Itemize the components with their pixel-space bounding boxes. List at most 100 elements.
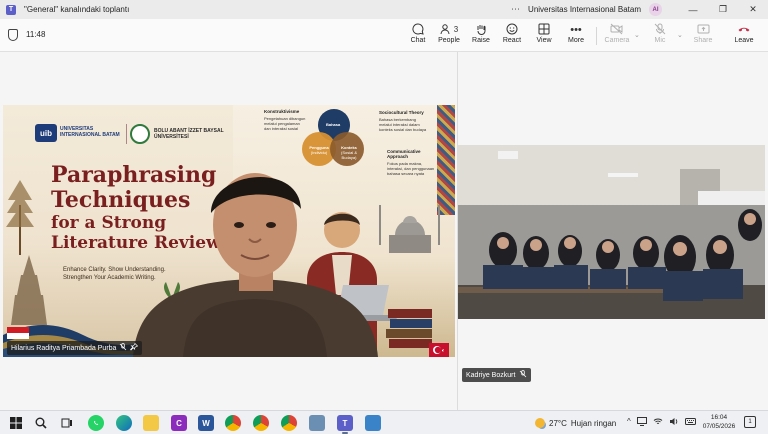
- mic-off-icon: [643, 23, 677, 37]
- close-window-button[interactable]: ✕: [738, 4, 768, 15]
- windows-start-icon[interactable]: [8, 415, 24, 431]
- chat-button[interactable]: Chat: [401, 23, 435, 44]
- weather-rain-icon: [535, 418, 545, 428]
- classroom-scene: [458, 145, 765, 319]
- meeting-toolbar: 11:48 Chat 3 People Raise React View •••…: [0, 19, 768, 52]
- uib-name: UNIVERSITAS INTERNASIONAL BATAM: [60, 126, 120, 138]
- baibu-logo: [130, 124, 150, 144]
- chat-icon: [401, 23, 435, 37]
- participant-name-tag: Kadriye Bozkurt: [462, 368, 532, 382]
- grid-view-icon: [527, 23, 561, 37]
- word-icon[interactable]: W: [198, 415, 214, 431]
- presenter-person: [133, 173, 378, 357]
- windows-taskbar: C W T 27°C Hujan ringan ^ 16:04 07/05/20…: [0, 410, 768, 434]
- canva-icon[interactable]: C: [171, 415, 187, 431]
- clock-date: 07/05/2026: [702, 423, 736, 430]
- mic-button[interactable]: Mic: [643, 23, 677, 44]
- avatar[interactable]: AI: [649, 3, 662, 16]
- mindmap-right-heading: Sociocultural Theory: [379, 110, 424, 115]
- leave-button[interactable]: Leave: [727, 23, 761, 44]
- mindmap-right-box: Sociocultural Theory Bahasa berkembang m…: [379, 110, 429, 132]
- camera-button[interactable]: Camera: [600, 23, 634, 44]
- search-icon[interactable]: [33, 415, 49, 431]
- system-clock[interactable]: 16:04 07/05/2026: [699, 413, 739, 431]
- mindmap-right2-text: Fokus pada makna, interaksi, dan penggun…: [387, 161, 435, 176]
- weather-desc: Hujan ringan: [570, 418, 617, 428]
- toolbar-divider: [596, 27, 597, 45]
- raise-hand-button[interactable]: Raise: [464, 23, 498, 44]
- share-button[interactable]: Share: [686, 23, 720, 44]
- file-explorer-icon[interactable]: [143, 415, 159, 431]
- snipping-tool-icon[interactable]: [365, 415, 381, 431]
- pin-icon[interactable]: [130, 342, 139, 353]
- chrome-profile-icon[interactable]: [253, 415, 269, 431]
- notepad-icon[interactable]: [309, 415, 325, 431]
- more-icon: •••: [570, 24, 582, 36]
- raise-label: Raise: [472, 37, 490, 44]
- teams-app-icon: T: [6, 4, 16, 15]
- mic-options-chevron-icon[interactable]: ⌄: [677, 31, 683, 39]
- volume-icon[interactable]: [669, 417, 679, 428]
- teams-icon[interactable]: T: [337, 415, 353, 431]
- decorative-tree: [6, 180, 34, 255]
- presenter-video-tile[interactable]: uib UNIVERSITAS INTERNASIONAL BATAM BOLU…: [3, 105, 455, 357]
- people-icon: 3: [432, 23, 466, 37]
- venn-center-top: Bahasa: [326, 122, 341, 127]
- mindmap-right2-heading: Communicative Approach: [387, 149, 421, 159]
- window-title: "General" kanalındaki toplantı: [24, 5, 130, 14]
- participant-video-tile[interactable]: [458, 145, 765, 319]
- chrome-icon[interactable]: [225, 415, 241, 431]
- keyboard-icon[interactable]: [684, 417, 696, 428]
- system-tray: ^: [627, 417, 696, 428]
- presenter-name: Hilarius Raditya Priambada Purba: [11, 344, 117, 352]
- minimize-button[interactable]: —: [678, 5, 708, 15]
- turkey-flag-icon: [429, 343, 449, 357]
- share-screen-icon: [686, 23, 720, 37]
- edge-browser-icon[interactable]: [116, 415, 132, 431]
- people-count: 3: [453, 25, 459, 34]
- camera-off-icon: [600, 23, 634, 37]
- maximize-button[interactable]: ❐: [708, 4, 738, 15]
- mindmap-right-text: Bahasa berkembang melalui interaksi dala…: [379, 117, 427, 132]
- grid-icon[interactable]: ⋯: [511, 4, 520, 15]
- weather-temp: 27°C: [549, 418, 567, 428]
- wifi-icon[interactable]: [653, 417, 663, 428]
- react-button[interactable]: React: [495, 23, 529, 44]
- camera-label: Camera: [604, 37, 630, 44]
- organization-name[interactable]: Universitas Internasional Batam: [528, 5, 641, 14]
- leave-label: Leave: [734, 37, 754, 44]
- camera-options-chevron-icon[interactable]: ⌄: [634, 31, 640, 39]
- view-label: View: [536, 37, 552, 44]
- meeting-timer: 11:48: [26, 30, 46, 39]
- participant-name: Kadriye Bozkurt: [466, 371, 516, 379]
- uib-logo: uib: [35, 124, 57, 142]
- chat-label: Chat: [410, 37, 426, 44]
- more-label: More: [568, 37, 584, 44]
- mindmap-right2-box: Communicative Approach Fokus pada makna,…: [387, 149, 435, 176]
- task-view-icon[interactable]: [59, 415, 75, 431]
- monitor-icon[interactable]: [636, 417, 647, 428]
- whatsapp-icon[interactable]: [88, 415, 104, 431]
- people-button[interactable]: 3 People: [432, 23, 466, 44]
- weather-widget[interactable]: 27°C Hujan ringan: [535, 415, 616, 431]
- chrome-alt-icon[interactable]: [281, 415, 297, 431]
- clock-time: 16:04: [710, 414, 728, 421]
- share-label: Share: [693, 37, 713, 44]
- books-illustration: [386, 309, 432, 348]
- notification-center-icon[interactable]: 1: [744, 416, 756, 428]
- mic-off-icon: [519, 370, 527, 380]
- presenter-name-tag: Hilarius Raditya Priambada Purba: [7, 341, 143, 355]
- mic-label: Mic: [654, 37, 666, 44]
- more-button[interactable]: ••• More: [559, 23, 593, 44]
- shield-icon[interactable]: [8, 29, 18, 41]
- hand-icon: [464, 23, 498, 37]
- react-label: React: [502, 37, 522, 44]
- hang-up-icon: [727, 23, 761, 37]
- logo-separator: [126, 124, 127, 144]
- people-label: People: [438, 37, 460, 44]
- view-button[interactable]: View: [527, 23, 561, 44]
- smile-icon: [495, 23, 529, 37]
- chevron-up-icon[interactable]: ^: [627, 417, 631, 428]
- title-bar: T "General" kanalındaki toplantı ⋯ Unive…: [0, 0, 768, 19]
- mic-off-icon: [119, 343, 127, 353]
